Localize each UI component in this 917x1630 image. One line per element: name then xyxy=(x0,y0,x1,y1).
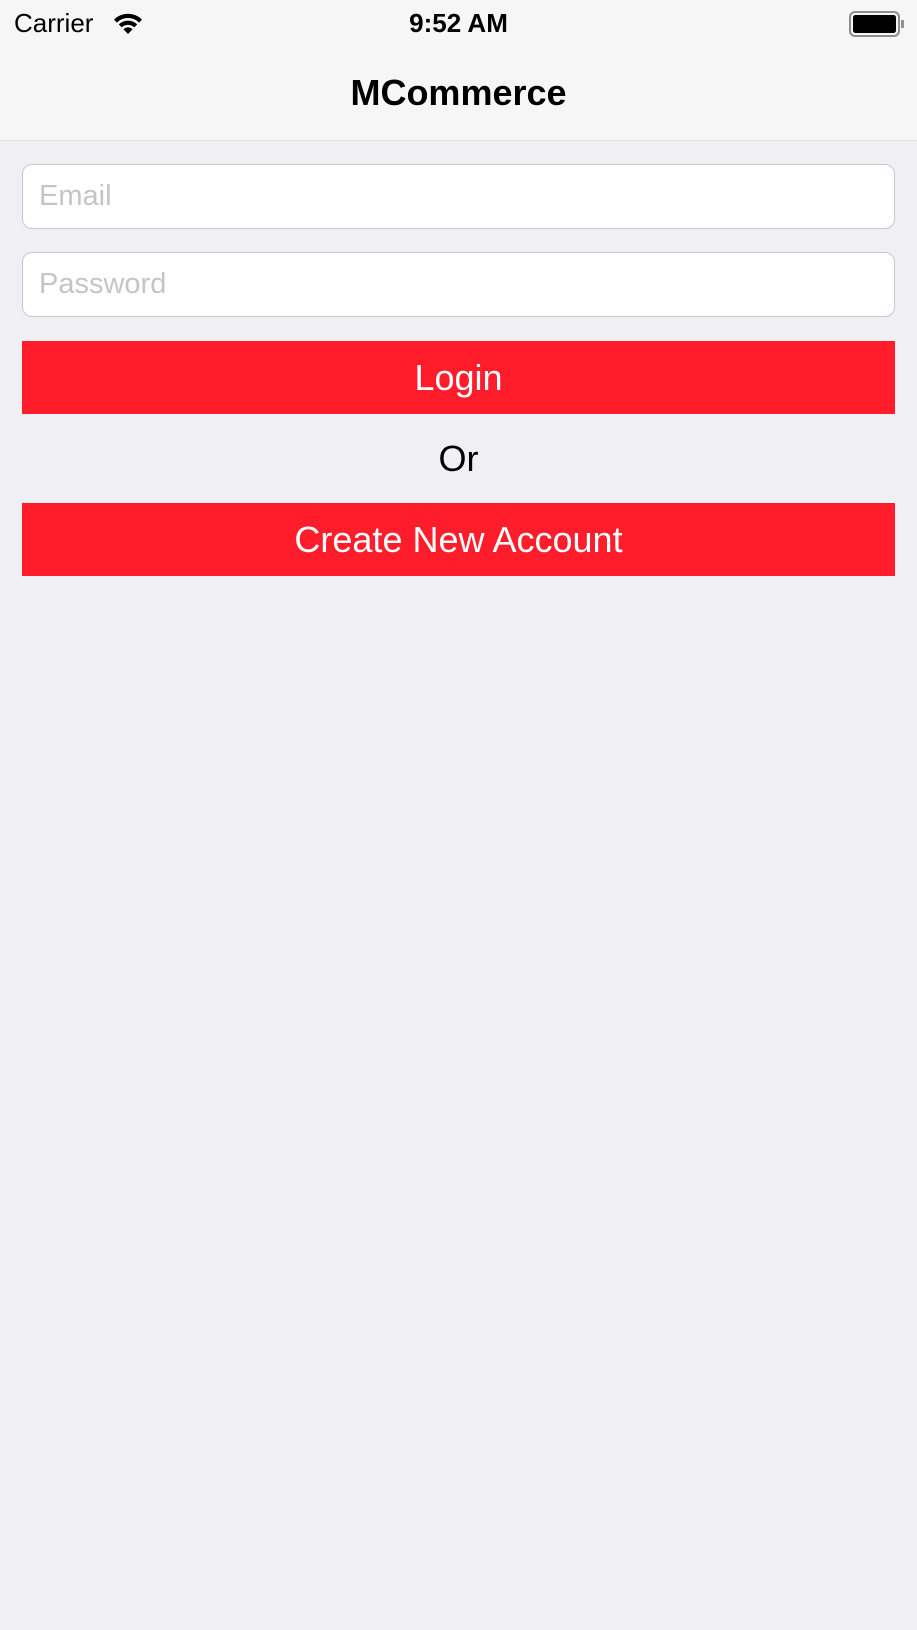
password-field[interactable] xyxy=(22,252,895,317)
create-new-account-button[interactable]: Create New Account xyxy=(22,503,895,576)
page-title: MCommerce xyxy=(350,72,567,113)
status-bar: Carrier 9:52 AM xyxy=(0,0,917,46)
status-time: 9:52 AM xyxy=(409,8,508,38)
login-button[interactable]: Login xyxy=(22,341,895,414)
battery-icon xyxy=(849,11,905,37)
email-field[interactable] xyxy=(22,164,895,229)
navigation-bar: MCommerce xyxy=(0,46,917,141)
or-separator-label: Or xyxy=(438,438,479,479)
